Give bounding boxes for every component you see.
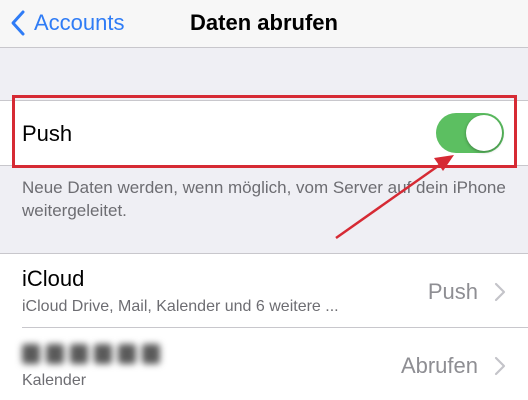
account-fetch-value: Push bbox=[427, 279, 478, 304]
navigation-bar: Accounts Daten abrufen bbox=[0, 0, 528, 48]
push-footer-text: Neue Daten werden, wenn möglich, vom Ser… bbox=[22, 178, 506, 220]
annotation-highlight-box bbox=[12, 95, 517, 168]
account-row-2[interactable]: Kalender Abrufen bbox=[0, 328, 528, 400]
account-subtitle: Kalender bbox=[22, 372, 87, 389]
chevron-right-icon bbox=[494, 356, 506, 376]
page-title: Daten abrufen bbox=[190, 10, 338, 35]
blurred-account-name bbox=[22, 344, 160, 364]
chevron-right-icon bbox=[494, 282, 506, 302]
accounts-list: iCloud iCloud Drive, Mail, Kalender und … bbox=[0, 253, 528, 400]
account-title: iCloud bbox=[22, 266, 85, 291]
account-fetch-value: Abrufen bbox=[400, 353, 478, 378]
account-subtitle: iCloud Drive, Mail, Kalender und 6 weite… bbox=[22, 298, 339, 315]
account-row-icloud[interactable]: iCloud iCloud Drive, Mail, Kalender und … bbox=[0, 254, 528, 328]
